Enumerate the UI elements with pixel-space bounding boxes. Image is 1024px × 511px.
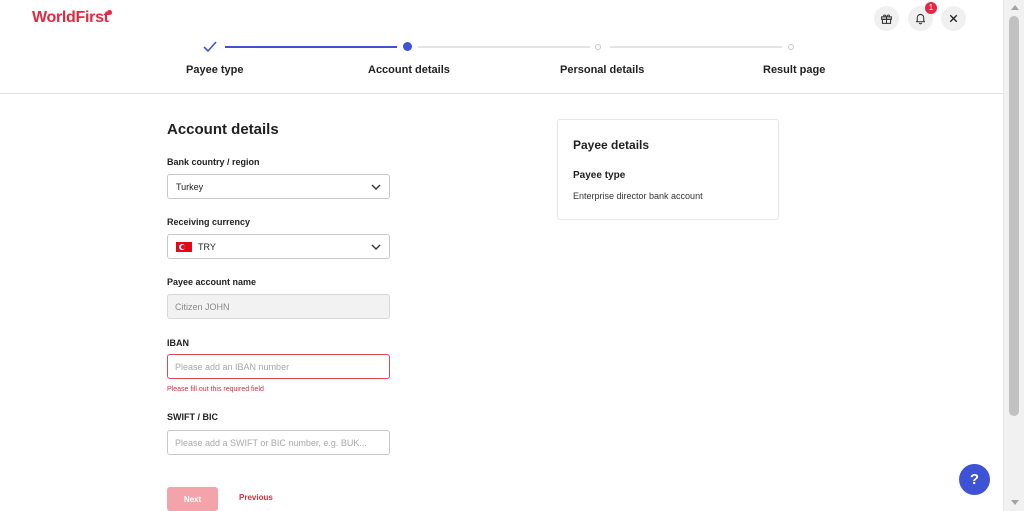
- page-title: Account details: [167, 121, 279, 138]
- chevron-down-icon: [371, 184, 381, 190]
- payee-card-title: Payee details: [573, 138, 650, 152]
- payee-details-card: Payee details Payee type Enterprise dire…: [557, 119, 779, 220]
- step-upcoming-dot: [595, 44, 601, 50]
- chevron-down-icon: [371, 244, 381, 250]
- bank-country-select[interactable]: Turkey: [167, 174, 390, 199]
- step-connector-complete: [225, 46, 397, 48]
- swift-input[interactable]: [167, 430, 390, 455]
- gift-icon: [881, 14, 892, 24]
- scroll-up-arrow-icon[interactable]: [1011, 5, 1019, 10]
- step-connector-upcoming: [610, 46, 782, 48]
- help-button[interactable]: ?: [959, 464, 990, 495]
- step-upcoming-dot: [788, 44, 794, 50]
- gift-button[interactable]: [874, 6, 899, 31]
- bank-country-label: Bank country / region: [167, 157, 260, 167]
- previous-button[interactable]: Previous: [239, 493, 273, 502]
- step-label-result-page: Result page: [763, 64, 826, 76]
- worldfirst-logo[interactable]: WorldFirst: [32, 9, 109, 27]
- close-button[interactable]: [941, 6, 966, 31]
- scrollbar-thumb[interactable]: [1009, 16, 1019, 416]
- next-button[interactable]: Next: [167, 487, 218, 511]
- step-connector-upcoming: [418, 46, 590, 48]
- currency-value: TRY: [198, 241, 216, 252]
- step-label-personal-details: Personal details: [560, 64, 645, 76]
- notifications-button[interactable]: 1: [908, 2, 937, 31]
- iban-label: IBAN: [167, 338, 189, 348]
- notification-badge: 1: [925, 2, 937, 14]
- bell-icon: [915, 13, 926, 25]
- swift-label: SWIFT / BIC: [167, 412, 218, 422]
- page-scrollbar[interactable]: [1003, 0, 1024, 511]
- iban-error-message: Please fill out this required field: [167, 386, 264, 393]
- step-label-account-details: Account details: [368, 64, 450, 76]
- account-name-label: Payee account name: [167, 277, 257, 287]
- currency-label: Receiving currency: [167, 217, 251, 227]
- currency-select[interactable]: TRY: [167, 234, 390, 259]
- close-icon: [949, 14, 958, 23]
- step-label-payee-type: Payee type: [186, 64, 244, 76]
- scroll-down-arrow-icon[interactable]: [1011, 500, 1019, 505]
- top-header: WorldFirst 1 Payee type Account details …: [0, 0, 1003, 94]
- iban-input[interactable]: [167, 354, 390, 379]
- bank-country-value: Turkey: [176, 181, 204, 192]
- account-name-field: [167, 294, 390, 319]
- payee-type-label: Payee type: [573, 170, 626, 181]
- step-complete-check-icon: [203, 40, 217, 53]
- step-current-dot: [403, 42, 412, 51]
- turkey-flag-icon: [176, 241, 192, 252]
- payee-type-value: Enterprise director bank account: [573, 191, 703, 201]
- logo-accent-dot: [107, 10, 112, 15]
